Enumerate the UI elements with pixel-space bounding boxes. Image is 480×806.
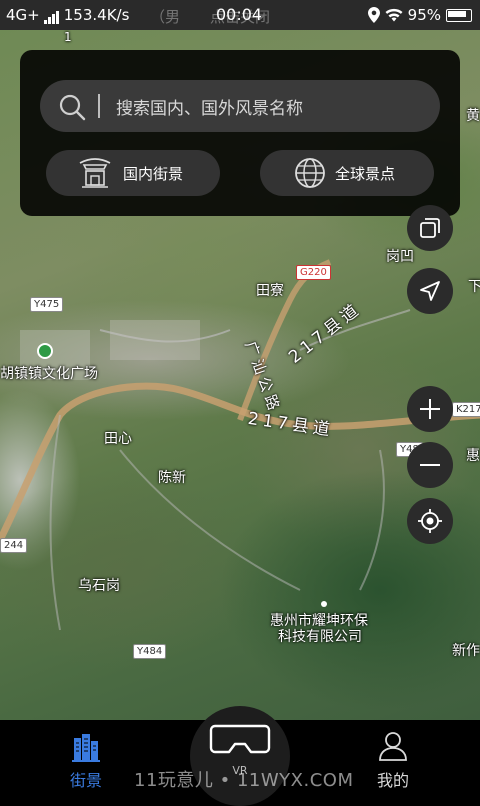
clock: 00:04 (216, 5, 263, 24)
battery-percent: 95% (407, 6, 441, 24)
place-label[interactable]: 黄 (466, 105, 480, 125)
place-label[interactable]: 新作 (452, 640, 480, 660)
my-location-button[interactable] (407, 498, 453, 544)
nav-street-view[interactable]: 街景 (46, 720, 126, 800)
search-icon (59, 94, 86, 121)
location-icon (367, 7, 380, 23)
signal-icon (43, 6, 60, 24)
zoom-out-button[interactable] (407, 442, 453, 488)
edge-label: 1 (64, 30, 72, 44)
battery-icon (446, 8, 472, 22)
search-divider (98, 94, 100, 118)
zoom-in-button[interactable] (407, 386, 453, 432)
nav-mine[interactable]: 我的 (353, 720, 433, 800)
status-bar: 4G+ 153.4K/s （男 点击关闭 00:04 95% (0, 0, 480, 30)
nav-mine-label: 我的 (376, 771, 409, 790)
place-label[interactable]: 惠 (466, 445, 480, 465)
global-spots-label: 全球景点 (335, 165, 396, 183)
place-label[interactable]: 田心 (104, 428, 132, 448)
layers-button[interactable] (407, 205, 453, 251)
place-label[interactable]: 田寮 (256, 280, 284, 300)
layers-icon (420, 218, 440, 238)
wifi-icon (385, 8, 403, 22)
buildings-icon (72, 734, 100, 762)
place-label[interactable]: 乌石岗 (78, 575, 120, 595)
domestic-street-view-button[interactable]: 国内街景 (46, 150, 220, 196)
crosshair-icon (418, 509, 442, 533)
place-label[interactable]: 下 (468, 276, 480, 296)
place-label[interactable]: 陈新 (158, 467, 186, 487)
nav-street-view-label: 街景 (69, 771, 102, 790)
search-placeholder: 搜索国内、国外风景名称 (116, 99, 303, 119)
road-shield-g220: G220 (296, 265, 331, 280)
user-icon (379, 732, 407, 761)
road-shield-244: 244 (0, 538, 28, 553)
search-input[interactable]: 搜索国内、国外风景名称 (40, 80, 440, 132)
locate-direction-button[interactable] (407, 268, 453, 314)
pavilion-icon (79, 158, 111, 188)
network-speed: 153.4K/s (63, 6, 130, 24)
network-type: 4G+ (6, 6, 40, 24)
road-shield-y475: Y475 (30, 297, 64, 312)
globe-icon (295, 158, 325, 188)
status-left: 4G+ 153.4K/s (6, 6, 129, 24)
place-label[interactable]: 岗凹 (386, 246, 414, 266)
plus-icon (420, 399, 440, 419)
global-spots-button[interactable]: 全球景点 (260, 150, 434, 196)
place-label[interactable]: 科技有限公司 (278, 626, 362, 646)
road-shield-y484: Y484 (133, 644, 167, 659)
minus-icon (420, 464, 440, 466)
vr-headset-icon (209, 724, 271, 754)
navigation-arrow-icon (420, 281, 440, 301)
watermark: 11玩意儿 • 11WYX.COM (134, 770, 354, 791)
status-right: 95% (367, 6, 472, 24)
road-shield-k217: K217 (452, 402, 480, 417)
poi-dot[interactable] (321, 601, 327, 607)
domestic-street-view-label: 国内街景 (123, 165, 184, 183)
poi-pin[interactable] (37, 343, 53, 359)
place-label[interactable]: 胡镇镇文化广场 (0, 363, 98, 383)
search-panel: 搜索国内、国外风景名称 国内街景 全球景点 (20, 50, 460, 216)
